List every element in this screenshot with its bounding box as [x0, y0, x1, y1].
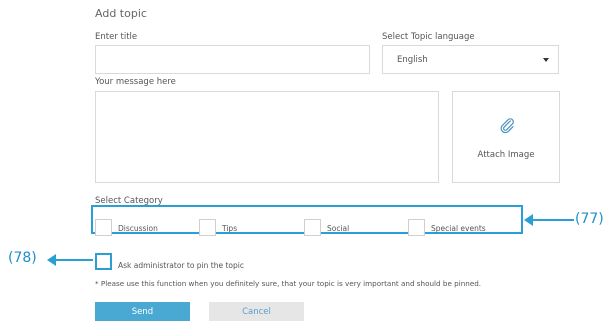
language-select[interactable]: English: [382, 45, 559, 74]
language-label: Select Topic language: [382, 32, 475, 42]
language-select-value: English: [397, 55, 428, 65]
attach-image-label: Attach Image: [477, 150, 535, 160]
title-label: Enter title: [95, 32, 138, 42]
paperclip-icon: [500, 118, 514, 134]
category-checkbox-tips[interactable]: [199, 219, 216, 236]
category-label-tips: Tips: [222, 224, 238, 233]
cancel-button[interactable]: Cancel: [209, 302, 304, 321]
chevron-down-icon: [543, 58, 549, 62]
callout-arrow-78-line: [55, 259, 93, 261]
callout-arrow-77-line: [532, 219, 574, 221]
category-label-social: Social: [327, 224, 350, 233]
title-input[interactable]: [95, 45, 370, 74]
pin-label: Ask administrator to pin the topic: [118, 261, 244, 270]
category-label-discussion: Discussion: [118, 224, 158, 233]
attach-image-button[interactable]: Attach Image: [452, 91, 560, 183]
callout-label-77: (77): [575, 211, 604, 227]
category-checkbox-discussion[interactable]: [95, 219, 112, 236]
send-button[interactable]: Send: [95, 302, 190, 321]
message-label: Your message here: [95, 77, 176, 87]
category-checkbox-special-events[interactable]: [408, 219, 425, 236]
pin-checkbox[interactable]: [95, 253, 112, 270]
page-heading: Add topic: [95, 7, 147, 20]
message-textarea[interactable]: [95, 91, 439, 183]
callout-arrow-77-head: [524, 214, 533, 226]
category-label-special-events: Special events: [431, 224, 486, 233]
pin-note: * Please use this function when you defi…: [95, 279, 482, 288]
callout-label-78: (78): [8, 250, 37, 266]
category-checkbox-social[interactable]: [304, 219, 321, 236]
